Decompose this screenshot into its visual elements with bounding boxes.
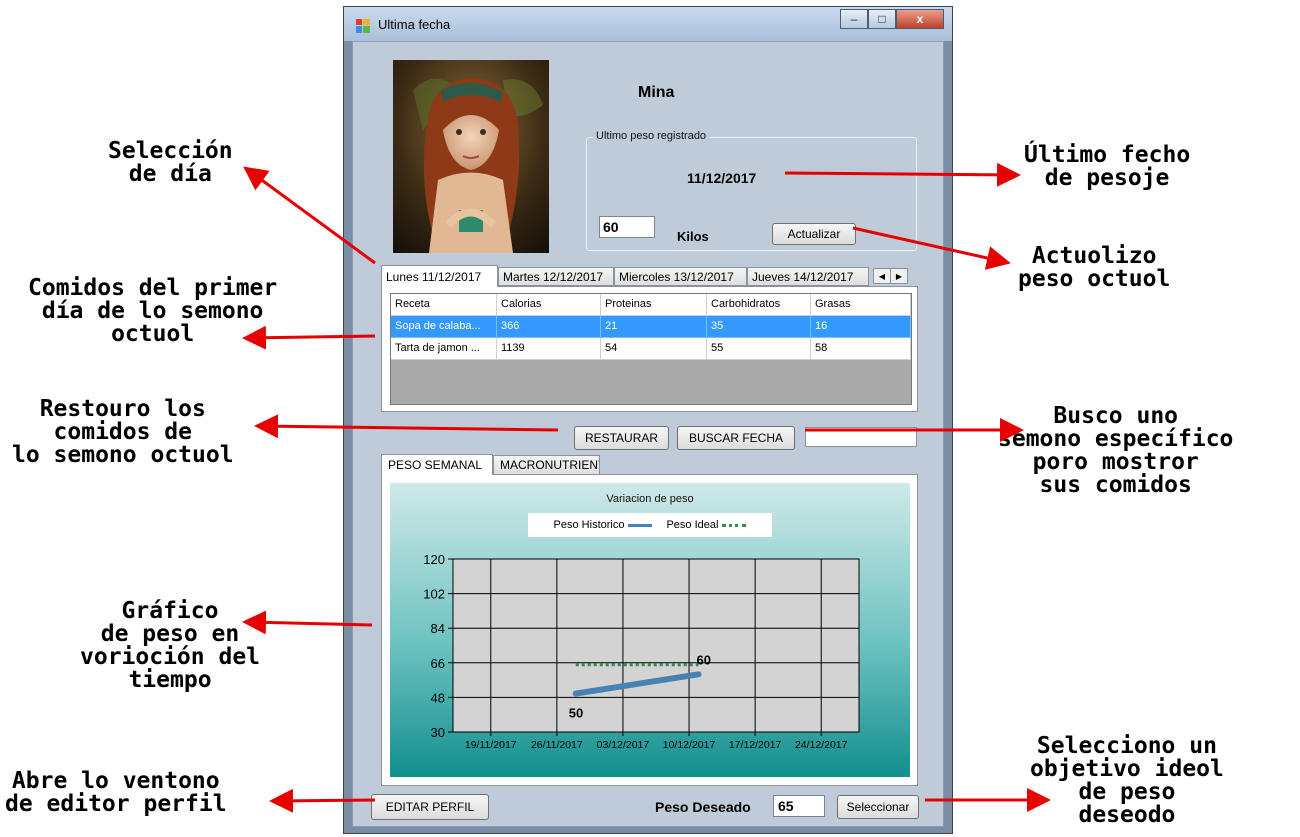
app-icon bbox=[356, 19, 370, 33]
table-cell: 35 bbox=[707, 316, 811, 338]
annotation-update-weight: Actuolizo peso octuol bbox=[1018, 243, 1171, 292]
tab-day-3[interactable]: Miercoles 13/12/2017 bbox=[614, 267, 747, 286]
tab-day-2[interactable]: Martes 12/12/2017 bbox=[498, 267, 614, 286]
x-tick-label: 10/12/2017 bbox=[663, 739, 716, 751]
table-cell: 21 bbox=[601, 316, 707, 338]
annotation-chart: Gráfico de peso en vorioción del tiempo bbox=[80, 598, 261, 693]
table-cell: 58 bbox=[811, 338, 911, 360]
data-label: 60 bbox=[696, 652, 710, 667]
goal-weight-input[interactable]: 65 bbox=[773, 795, 825, 817]
table-cell: 1139 bbox=[497, 338, 601, 360]
day-tab-panel: Receta Calorias Proteinas Carbohidratos … bbox=[381, 286, 918, 412]
search-date-input[interactable] bbox=[805, 427, 917, 447]
goal-weight-label: Peso Deseado bbox=[655, 799, 751, 815]
current-weight-input[interactable]: 60 bbox=[599, 216, 655, 238]
x-tick-label: 17/12/2017 bbox=[729, 739, 782, 751]
column-header[interactable]: Calorias bbox=[497, 294, 601, 316]
weight-unit-label: Kilos bbox=[677, 229, 709, 244]
tab-macronutrients[interactable]: MACRONUTRIENT bbox=[493, 455, 600, 475]
select-goal-button[interactable]: Seleccionar bbox=[837, 795, 919, 819]
table-cell: 16 bbox=[811, 316, 911, 338]
maximize-button[interactable]: □ bbox=[868, 9, 896, 29]
day-tabs: Lunes 11/12/2017 Martes 12/12/2017 Mierc… bbox=[381, 265, 921, 287]
tab-weekly-weight[interactable]: PESO SEMANAL bbox=[381, 454, 493, 475]
annotation-editor: Abre lo ventono de editor perfil bbox=[5, 768, 227, 817]
table-cell: Tarta de jamon ... bbox=[391, 338, 497, 360]
title-bar: Ultima fecha – □ x bbox=[344, 7, 952, 41]
plot-area bbox=[452, 558, 860, 733]
y-tick-label: 120 bbox=[423, 552, 445, 567]
annotation-select-goal: Selecciono un objetivo ideol de peso des… bbox=[1030, 733, 1224, 828]
profile-name: Mina bbox=[638, 84, 675, 101]
table-row[interactable]: Sopa de calaba... 366 21 35 16 bbox=[391, 316, 911, 338]
x-tick-label: 26/11/2017 bbox=[531, 739, 583, 751]
restore-button[interactable]: RESTAURAR bbox=[574, 426, 669, 450]
table-row[interactable]: Tarta de jamon ... 1139 54 55 58 bbox=[391, 338, 911, 360]
x-tick-label: 24/12/2017 bbox=[795, 739, 848, 751]
table-cell: 54 bbox=[601, 338, 707, 360]
annotation-restore: Restouro los comidos de lo semono octuol bbox=[12, 396, 234, 468]
last-weight-group-label: Ultimo peso registrado bbox=[593, 130, 710, 142]
y-tick-label: 48 bbox=[431, 690, 445, 705]
edit-profile-button[interactable]: EDITAR PERFIL bbox=[371, 794, 489, 820]
tab-scroll-left-icon[interactable]: ◀ bbox=[873, 268, 891, 284]
annotation-search-week: Busco uno semono específico poro mostror… bbox=[998, 403, 1234, 498]
column-header[interactable]: Receta bbox=[391, 294, 497, 316]
last-weight-date: 11/12/2017 bbox=[687, 170, 757, 186]
tab-day-1[interactable]: Lunes 11/12/2017 bbox=[381, 265, 498, 287]
column-header[interactable]: Grasas bbox=[811, 294, 911, 316]
y-tick-label: 66 bbox=[431, 656, 445, 671]
close-button[interactable]: x bbox=[896, 9, 944, 29]
y-tick-label: 102 bbox=[423, 587, 445, 602]
client-area: Mina Ultimo peso registrado 11/12/2017 6… bbox=[352, 41, 944, 827]
tab-scroll-right-icon[interactable]: ▶ bbox=[890, 268, 908, 284]
profile-portrait-image bbox=[393, 60, 549, 253]
chart-plot: 120 102 84 66 48 30 19/11/2017 26/11/2017 03/12/… bbox=[423, 552, 860, 751]
column-header[interactable]: Carbohidratos bbox=[707, 294, 811, 316]
y-tick-label: 84 bbox=[431, 621, 445, 636]
minimize-button[interactable]: – bbox=[840, 9, 868, 29]
data-label: 50 bbox=[569, 706, 583, 721]
x-tick-label: 19/11/2017 bbox=[465, 739, 517, 751]
window-title: Ultima fecha bbox=[378, 17, 451, 32]
annotation-first-day-meals: Comidos del primer día de lo semono octu… bbox=[28, 275, 278, 347]
table-cell: 366 bbox=[497, 316, 601, 338]
annotation-last-date: Último fecho de pesoje bbox=[1024, 142, 1191, 191]
weight-chart: Variacion de peso Peso Historico Peso Id… bbox=[390, 483, 910, 777]
tab-day-4[interactable]: Jueves 14/12/2017 bbox=[747, 267, 869, 286]
column-header[interactable]: Proteinas bbox=[601, 294, 707, 316]
recipes-table[interactable]: Receta Calorias Proteinas Carbohidratos … bbox=[390, 293, 912, 405]
table-cell: 55 bbox=[707, 338, 811, 360]
app-window: Ultima fecha – □ x Mina Ultimo peso regi… bbox=[343, 6, 953, 834]
search-date-button[interactable]: BUSCAR FECHA bbox=[677, 426, 795, 450]
table-cell: Sopa de calaba... bbox=[391, 316, 497, 338]
annotation-day-selection: Selección de día bbox=[108, 138, 233, 187]
update-weight-button[interactable]: Actualizar bbox=[772, 223, 856, 245]
y-tick-label: 30 bbox=[431, 725, 445, 740]
table-header-row: Receta Calorias Proteinas Carbohidratos … bbox=[391, 294, 911, 316]
chart-tab-panel: Variacion de peso Peso Historico Peso Id… bbox=[381, 474, 918, 786]
x-tick-label: 03/12/2017 bbox=[597, 739, 650, 751]
